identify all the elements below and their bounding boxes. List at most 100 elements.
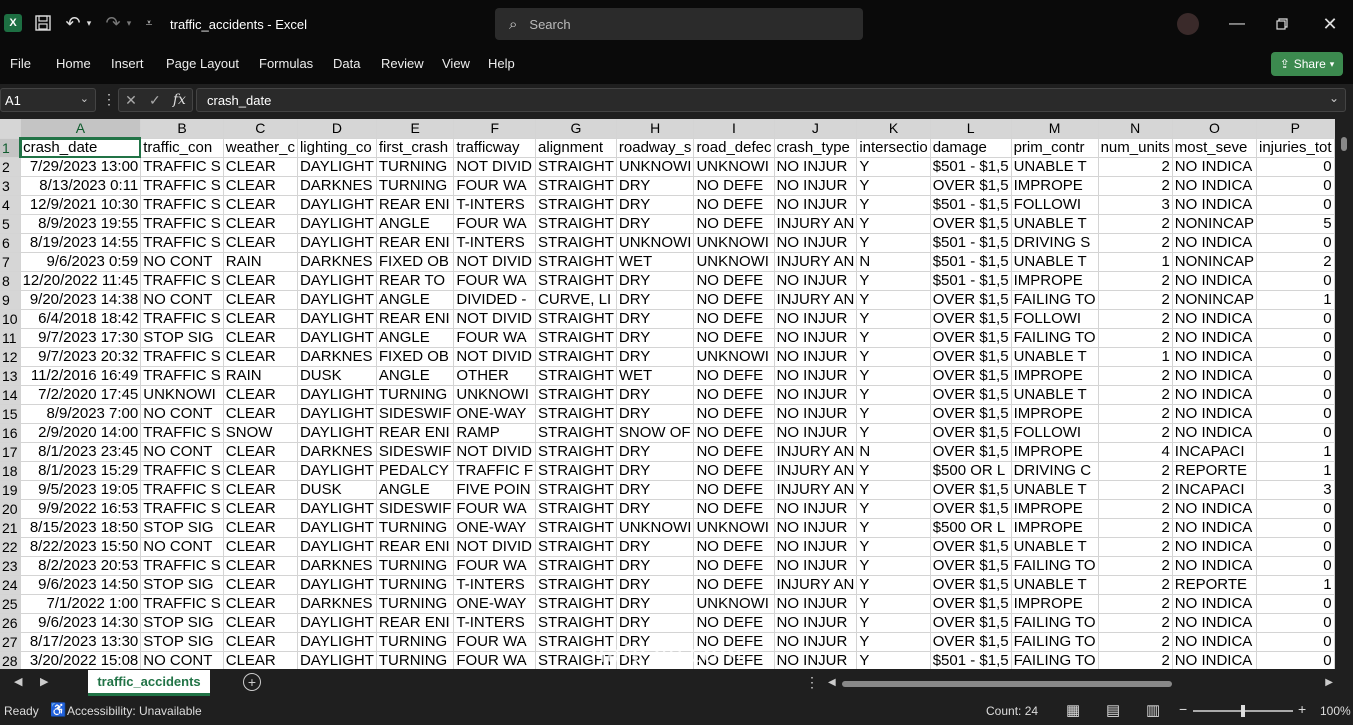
- cell[interactable]: DRY: [616, 442, 695, 462]
- cell[interactable]: STRAIGHT: [535, 423, 617, 443]
- cell[interactable]: NO INJUR: [774, 271, 858, 291]
- cell[interactable]: NO INJUR: [774, 537, 858, 557]
- cell[interactable]: TRAFFIC S: [140, 461, 224, 481]
- save-icon[interactable]: [32, 12, 54, 34]
- cell[interactable]: Y: [856, 347, 931, 367]
- cell[interactable]: NO INDICA: [1172, 233, 1257, 253]
- select-all-corner[interactable]: [0, 119, 21, 139]
- cell[interactable]: UNABLE T: [1011, 252, 1099, 272]
- cell[interactable]: INJURY AN: [774, 290, 858, 310]
- cell[interactable]: OVER $1,5: [930, 423, 1012, 443]
- row-header[interactable]: 11: [0, 328, 21, 348]
- column-header[interactable]: C: [223, 119, 298, 139]
- cell[interactable]: NO INJUR: [774, 385, 858, 405]
- cell[interactable]: NOT DIVID: [453, 157, 537, 177]
- cell[interactable]: OVER $1,5: [930, 347, 1012, 367]
- cell[interactable]: NO DEFE: [693, 556, 775, 576]
- cell[interactable]: Y: [856, 499, 931, 519]
- cell[interactable]: CLEAR: [223, 271, 298, 291]
- cell[interactable]: DRY: [616, 385, 695, 405]
- cell[interactable]: Y: [856, 157, 931, 177]
- cell[interactable]: 2: [1098, 613, 1173, 633]
- cell[interactable]: NO INDICA: [1172, 309, 1257, 329]
- cell[interactable]: STRAIGHT: [535, 233, 617, 253]
- cell[interactable]: NO INDICA: [1172, 594, 1257, 614]
- cell[interactable]: 11/2/2016 16:49: [20, 366, 142, 386]
- cell[interactable]: DRY: [616, 214, 695, 234]
- cell[interactable]: 5: [1256, 214, 1335, 234]
- avatar[interactable]: [1177, 13, 1199, 35]
- cell[interactable]: OVER $1,5: [930, 309, 1012, 329]
- cell[interactable]: $501 - $1,5: [930, 271, 1012, 291]
- cell[interactable]: NO DEFE: [693, 461, 775, 481]
- cell[interactable]: damage: [930, 138, 1012, 158]
- cell[interactable]: NOT DIVID: [453, 252, 537, 272]
- cell[interactable]: crash_type: [774, 138, 858, 158]
- cell[interactable]: 2: [1098, 499, 1173, 519]
- cell[interactable]: 7/2/2020 17:45: [20, 385, 142, 405]
- cell[interactable]: NO INDICA: [1172, 347, 1257, 367]
- cell[interactable]: CLEAR: [223, 594, 298, 614]
- cell[interactable]: 8/1/2023 23:45: [20, 442, 142, 462]
- cell[interactable]: ANGLE: [376, 214, 455, 234]
- cell[interactable]: REAR ENI: [376, 233, 455, 253]
- cell[interactable]: DAYLIGHT: [297, 404, 377, 424]
- cell[interactable]: OVER $1,5: [930, 404, 1012, 424]
- cell[interactable]: 0: [1256, 404, 1335, 424]
- cell[interactable]: num_units: [1098, 138, 1173, 158]
- scroll-right-icon[interactable]: ▶: [1325, 677, 1333, 688]
- cell[interactable]: DARKNES: [297, 347, 377, 367]
- cell[interactable]: 9/7/2023 20:32: [20, 347, 142, 367]
- cell[interactable]: TRAFFIC S: [140, 233, 224, 253]
- sheet-tab-traffic-accidents[interactable]: traffic_accidents: [88, 670, 210, 696]
- cell[interactable]: Y: [856, 195, 931, 215]
- cell[interactable]: CLEAR: [223, 651, 298, 669]
- cell[interactable]: OVER $1,5: [930, 556, 1012, 576]
- cell[interactable]: FOUR WA: [453, 499, 537, 519]
- cell[interactable]: NO CONT: [140, 651, 224, 669]
- accessibility-status[interactable]: Accessibility: Unavailable: [67, 704, 202, 718]
- cell[interactable]: NO INDICA: [1172, 651, 1257, 669]
- cell[interactable]: NO INJUR: [774, 613, 858, 633]
- cell[interactable]: $501 - $1,5: [930, 195, 1012, 215]
- cell[interactable]: CLEAR: [223, 214, 298, 234]
- cell[interactable]: NO INDICA: [1172, 385, 1257, 405]
- column-header[interactable]: B: [140, 119, 224, 139]
- cell[interactable]: 2: [1098, 556, 1173, 576]
- minimize-icon[interactable]: —: [1225, 12, 1249, 36]
- cell[interactable]: UNKNOWI: [693, 594, 775, 614]
- column-header[interactable]: O: [1172, 119, 1257, 139]
- cell[interactable]: Y: [856, 176, 931, 196]
- cell[interactable]: NO INJUR: [774, 651, 858, 669]
- cell[interactable]: UNABLE T: [1011, 347, 1099, 367]
- cell[interactable]: 1: [1256, 290, 1335, 310]
- cell[interactable]: NO INJUR: [774, 423, 858, 443]
- cell[interactable]: STOP SIG: [140, 613, 224, 633]
- redo-icon[interactable]: ↷: [102, 12, 124, 34]
- cell[interactable]: DRIVING S: [1011, 233, 1099, 253]
- cell[interactable]: TRAFFIC F: [453, 461, 537, 481]
- cell[interactable]: NO CONT: [140, 537, 224, 557]
- zoom-out-icon[interactable]: −: [1179, 701, 1187, 717]
- cell[interactable]: OVER $1,5: [930, 366, 1012, 386]
- cell[interactable]: 8/1/2023 15:29: [20, 461, 142, 481]
- cell[interactable]: ANGLE: [376, 290, 455, 310]
- column-header[interactable]: A: [20, 119, 142, 139]
- cell[interactable]: DAYLIGHT: [297, 195, 377, 215]
- cell[interactable]: Y: [856, 480, 931, 500]
- tab-help[interactable]: Help: [488, 56, 515, 71]
- cell[interactable]: OVER $1,5: [930, 632, 1012, 652]
- cell[interactable]: weather_c: [223, 138, 298, 158]
- cell[interactable]: Y: [856, 404, 931, 424]
- cell[interactable]: T-INTERS: [453, 233, 537, 253]
- cell[interactable]: FAILING TO: [1011, 651, 1099, 669]
- cell[interactable]: NO DEFE: [693, 176, 775, 196]
- cell[interactable]: ONE-WAY: [453, 594, 537, 614]
- cell[interactable]: N: [856, 252, 931, 272]
- cell[interactable]: 2: [1256, 252, 1335, 272]
- cell[interactable]: STRAIGHT: [535, 176, 617, 196]
- cell[interactable]: NO DEFE: [693, 423, 775, 443]
- tab-insert[interactable]: Insert: [111, 56, 144, 71]
- cell[interactable]: FOUR WA: [453, 176, 537, 196]
- cell[interactable]: 1: [1098, 347, 1173, 367]
